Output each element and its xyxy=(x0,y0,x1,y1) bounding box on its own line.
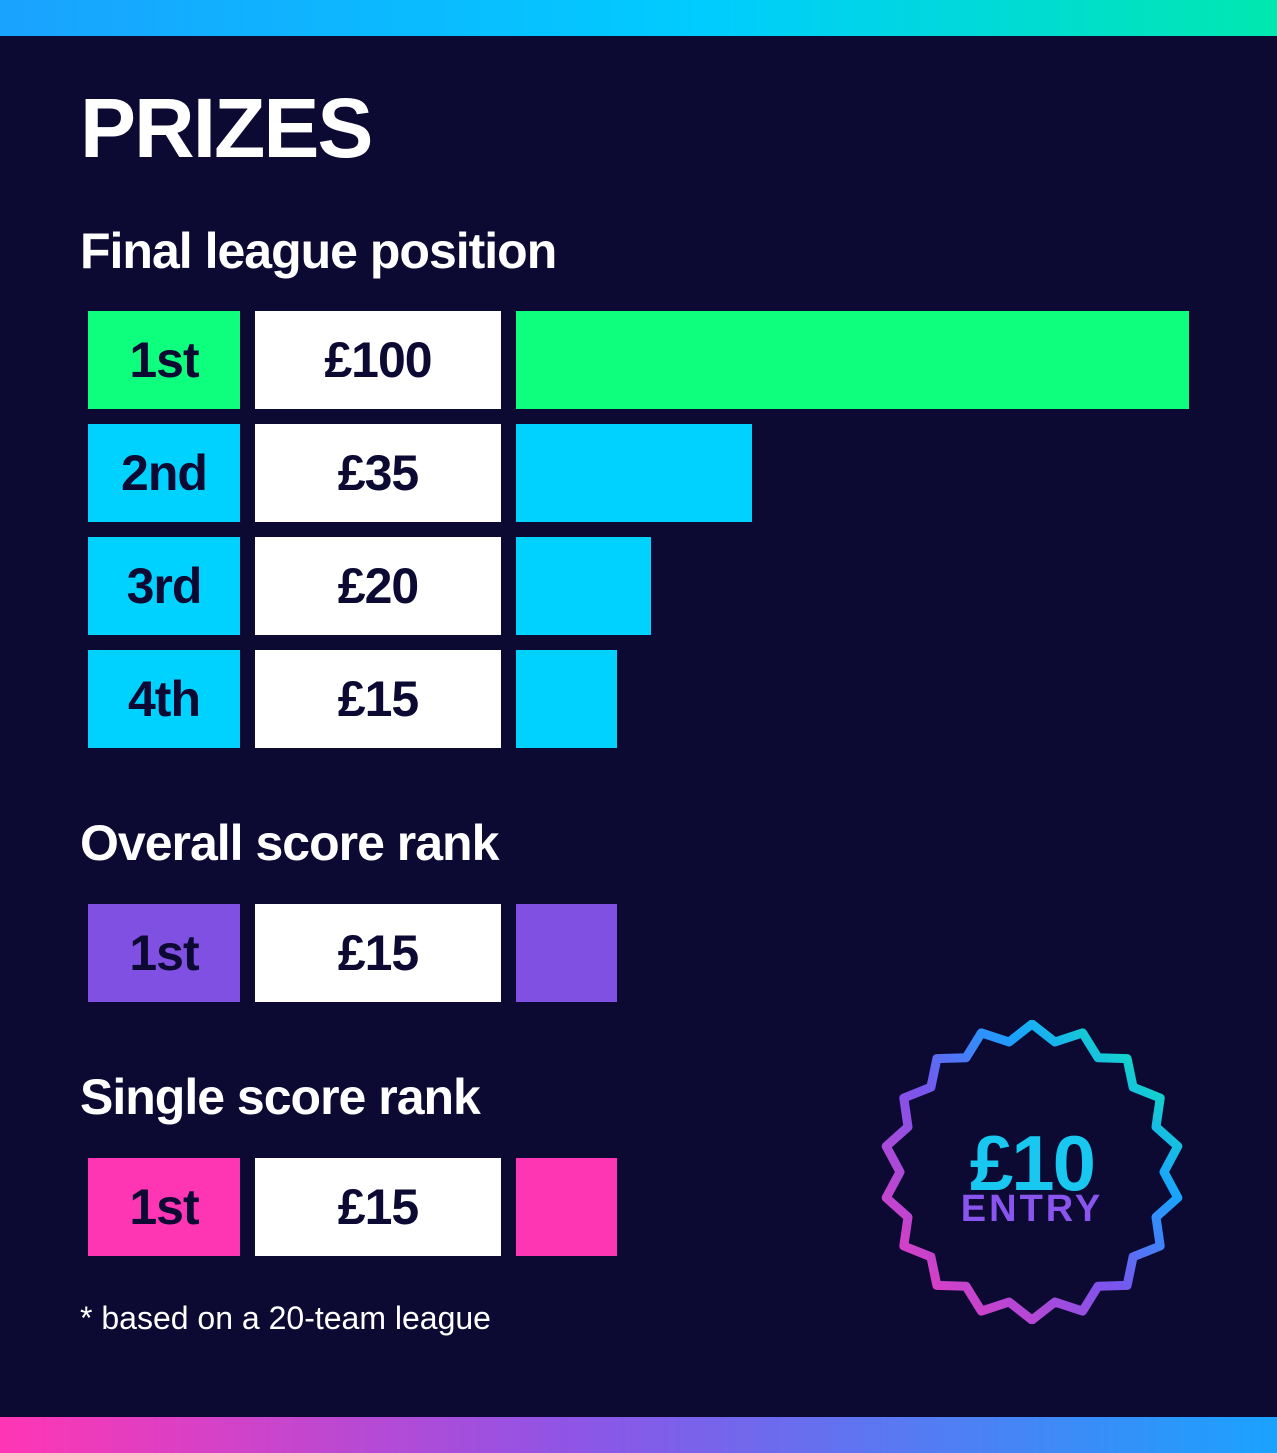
top-gradient-bar xyxy=(0,0,1277,36)
prize-amount: £20 xyxy=(255,537,501,635)
position-badge: 1st xyxy=(88,1158,240,1256)
position-badge: 1st xyxy=(88,311,240,409)
prize-amount: £15 xyxy=(255,650,501,748)
bottom-gradient-bar xyxy=(0,1417,1277,1453)
prize-bar xyxy=(516,311,1189,409)
single-score-heading: Single score rank xyxy=(80,1069,481,1125)
position-badge: 1st xyxy=(88,904,240,1002)
position-badge: 3rd xyxy=(88,537,240,635)
prize-amount: £100 xyxy=(255,311,501,409)
overall-score-heading: Overall score rank xyxy=(80,815,499,871)
prize-bar xyxy=(516,424,752,522)
prize-amount: £35 xyxy=(255,424,501,522)
prize-amount: £15 xyxy=(255,904,501,1002)
page-title: PRIZES xyxy=(80,81,373,175)
entry-fee-badge: £10 ENTRY xyxy=(880,1020,1184,1324)
badge-label: ENTRY xyxy=(960,1188,1104,1230)
prize-bar xyxy=(516,650,617,748)
prize-bar xyxy=(516,904,617,1002)
prize-bar xyxy=(516,537,651,635)
position-badge: 2nd xyxy=(88,424,240,522)
prize-bar xyxy=(516,1158,617,1256)
final-league-heading: Final league position xyxy=(80,223,557,279)
position-badge: 4th xyxy=(88,650,240,748)
prize-amount: £15 xyxy=(255,1158,501,1256)
footnote: * based on a 20-team league xyxy=(80,1300,491,1336)
